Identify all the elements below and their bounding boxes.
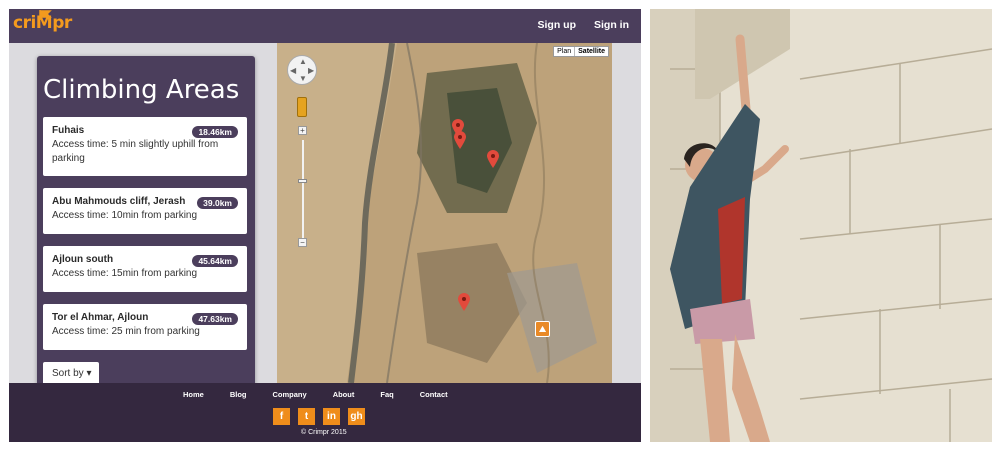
map-pin-icon[interactable]	[458, 293, 470, 311]
nav-links: Sign up Sign in	[538, 19, 630, 31]
pan-down-icon[interactable]: ▼	[299, 75, 307, 83]
pan-up-icon[interactable]: ▲	[299, 58, 307, 66]
footer-link-company[interactable]: Company	[273, 390, 307, 399]
top-navbar: criMpr Sign up Sign in	[9, 9, 641, 43]
pan-right-icon[interactable]: ▶	[308, 67, 314, 75]
zoom-slider-thumb[interactable]	[298, 179, 307, 183]
footer-link-contact[interactable]: Contact	[420, 390, 448, 399]
area-card[interactable]: Abu Mahmouds cliff, Jerash 39.0km Access…	[43, 188, 247, 234]
climber-photo	[650, 9, 992, 442]
distance-badge: 45.64km	[192, 255, 238, 267]
pan-control[interactable]: ▲ ▼ ◀ ▶	[287, 55, 317, 85]
facebook-icon[interactable]: f	[273, 408, 290, 425]
copyright-text: © Crimpr 2015	[301, 429, 347, 436]
footer-links: Home Blog Company About Faq Contact	[183, 390, 474, 399]
distance-badge: 39.0km	[197, 197, 238, 209]
sort-by-dropdown[interactable]: Sort by ▾	[43, 362, 99, 385]
footer-link-faq[interactable]: Faq	[380, 390, 393, 399]
footer-link-about[interactable]: About	[333, 390, 355, 399]
distance-badge: 47.63km	[192, 313, 238, 325]
zoom-in-button[interactable]: +	[298, 126, 307, 135]
area-card[interactable]: Fuhais 18.46km Access time: 5 min slight…	[43, 117, 247, 176]
signin-link[interactable]: Sign in	[594, 19, 629, 31]
social-links: f t in gh	[273, 408, 365, 425]
panel-title: Climbing Areas	[43, 75, 240, 105]
zoom-out-button[interactable]: −	[298, 238, 307, 247]
map-type-satellite[interactable]: Satellite	[574, 47, 608, 56]
map-terrain	[277, 43, 612, 383]
footer-link-blog[interactable]: Blog	[230, 390, 247, 399]
access-time: Access time: 15min from parking	[52, 268, 198, 279]
crimpr-logo[interactable]: criMpr	[13, 10, 72, 33]
footer-link-home[interactable]: Home	[183, 390, 204, 399]
distance-badge: 18.46km	[192, 126, 238, 138]
map-type-plan[interactable]: Plan	[554, 47, 574, 56]
footer: Home Blog Company About Faq Contact f t …	[9, 383, 641, 442]
map-type-toggle: Plan Satellite	[553, 46, 609, 57]
linkedin-icon[interactable]: in	[323, 408, 340, 425]
github-icon[interactable]: gh	[348, 408, 365, 425]
access-time: Access time: 10min from parking	[52, 210, 198, 221]
pan-left-icon[interactable]: ◀	[290, 67, 296, 75]
climbing-areas-panel: Climbing Areas Fuhais 18.46km Access tim…	[37, 56, 255, 392]
area-card[interactable]: Ajloun south 45.64km Access time: 15min …	[43, 246, 247, 292]
map-pin-icon[interactable]	[454, 131, 466, 149]
signup-link[interactable]: Sign up	[538, 19, 577, 31]
area-card[interactable]: Tor el Ahmar, Ajloun 47.63km Access time…	[43, 304, 247, 350]
access-time: Access time: 5 min slightly uphill from …	[52, 139, 219, 164]
twitter-icon[interactable]: t	[298, 408, 315, 425]
street-view-pegman-icon[interactable]	[297, 97, 307, 117]
website-screenshot: criMpr Sign up Sign in Plan Satellite ▲ …	[9, 9, 641, 442]
satellite-map[interactable]: Plan Satellite ▲ ▼ ◀ ▶ + − ⛰	[277, 43, 612, 383]
climber-location-icon[interactable]: ⛰	[535, 321, 550, 337]
access-time: Access time: 25 min from parking	[52, 326, 200, 337]
flag-icon	[39, 10, 52, 20]
zoom-slider[interactable]	[302, 140, 304, 238]
climber-photo-illustration	[650, 9, 992, 442]
map-pin-icon[interactable]	[487, 150, 499, 168]
